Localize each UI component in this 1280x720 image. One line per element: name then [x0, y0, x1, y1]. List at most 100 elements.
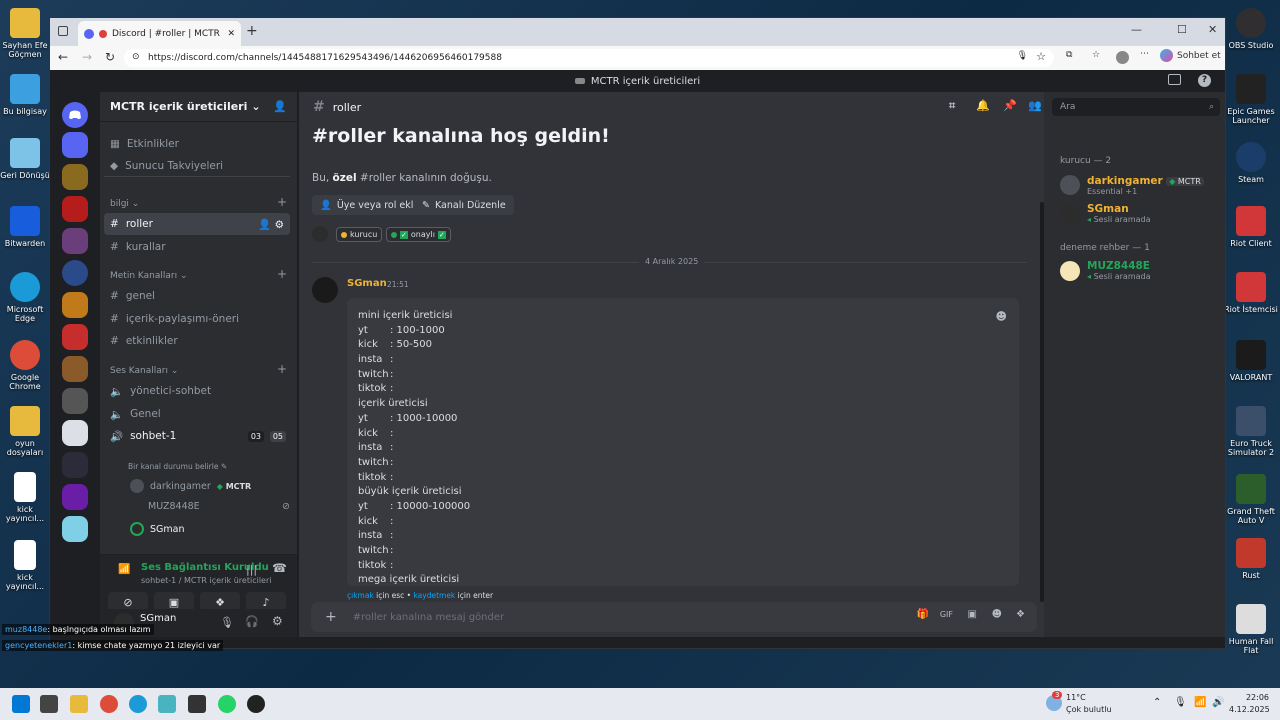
weather-desc[interactable]: Çok bulutlu — [1066, 705, 1112, 714]
favorite-icon[interactable]: ☆ — [1036, 50, 1046, 63]
channel-etkinlikler[interactable]: # etkinlikler — [104, 330, 290, 352]
address-bar[interactable]: ⊙ https://discord.com/channels/144548817… — [124, 49, 1054, 67]
add-members-button[interactable]: 👤 Üye veya rol ekle — [312, 195, 428, 215]
voice-user[interactable]: MUZ8448E ⊘ — [148, 501, 290, 512]
avatar[interactable] — [312, 277, 338, 303]
desktop-icon-bitwarden[interactable]: Bitwarden — [0, 206, 50, 248]
voice-channel-sohbet-1[interactable]: 🔊 sohbet-1 03 05 — [104, 425, 290, 447]
desktop-icon-steam[interactable]: Steam — [1222, 142, 1280, 184]
add-channel-icon[interactable]: + — [277, 362, 287, 376]
server-icon[interactable] — [62, 324, 88, 350]
connection-location[interactable]: sohbet-1 / MCTR içerik üreticileri — [141, 576, 271, 585]
desktop-icon-folder[interactable]: Sayhan Efe Göçmen — [0, 8, 50, 59]
voice-user[interactable]: darkingamer ◆ MCTR — [130, 479, 251, 493]
chrome-icon[interactable] — [100, 695, 118, 713]
member-darkingamer[interactable]: darkingamer ◆ MCTR Essential +1 — [1060, 174, 1204, 196]
desktop-icon-human-fall-flat[interactable]: Human Fall Flat — [1222, 604, 1280, 655]
obs-icon[interactable] — [247, 695, 265, 713]
wifi-icon[interactable]: 📶 — [1194, 697, 1206, 708]
edit-channel-button[interactable]: ✎ Kanalı Düzenle — [414, 195, 514, 215]
voice-user[interactable]: SGman — [130, 522, 185, 536]
desktop-icon-this-pc[interactable]: Bu bilgisay — [0, 74, 50, 116]
start-icon[interactable] — [12, 695, 30, 713]
desktop-icon-file[interactable]: kick yayıncıl... — [0, 472, 50, 523]
help-icon[interactable]: ? — [1198, 74, 1211, 87]
server-icon[interactable] — [62, 260, 88, 286]
message-author[interactable]: SGman — [347, 278, 387, 289]
pin-icon[interactable]: 📌 — [1003, 99, 1017, 112]
member-muz8448e[interactable]: MUZ8448E ◂ Sesli aramada — [1060, 260, 1151, 281]
server-icon[interactable] — [62, 420, 88, 446]
gift-icon[interactable]: 🎁 — [917, 609, 929, 620]
voice-channel-yonetici[interactable]: 🔈 yönetici-sohbet — [104, 380, 290, 402]
terminal-icon[interactable] — [188, 695, 206, 713]
sticker-icon[interactable]: ▣ — [968, 609, 977, 620]
category-bilgi[interactable]: bilgi ⌄ — [110, 199, 139, 209]
site-info-icon[interactable]: ⊙ — [132, 52, 140, 62]
back-icon[interactable]: ← — [58, 50, 68, 64]
maximize-icon[interactable]: ☐ — [1177, 23, 1187, 36]
channel-icerik-paylasimi[interactable]: # içerik-paylaşımı-öneri — [104, 308, 290, 330]
volume-icon[interactable]: 🔊 — [1212, 697, 1224, 708]
server-icon[interactable] — [62, 356, 88, 382]
disconnect-icon[interactable]: ☎ — [272, 561, 287, 575]
voice-status-link[interactable]: Bir kanal durumu belirle ✎ — [128, 462, 227, 471]
minimize-icon[interactable]: — — [1131, 23, 1142, 36]
threads-icon[interactable]: ⌗ — [949, 99, 955, 113]
desktop-icon-recycle-bin[interactable]: Geri Dönüşü — [0, 138, 50, 180]
app-icon[interactable] — [158, 695, 176, 713]
copilot-button[interactable]: Sohbet et — [1160, 49, 1221, 62]
emoji-icon[interactable]: ☻ — [992, 609, 1002, 620]
add-channel-icon[interactable]: + — [277, 267, 287, 281]
emoji-icon[interactable]: ☻ — [996, 310, 1007, 323]
category-metin[interactable]: Metin Kanalları ⌄ — [110, 271, 188, 281]
voice-channel-genel[interactable]: 🔈 Genel — [104, 403, 290, 425]
profile-icon[interactable] — [1116, 51, 1129, 64]
desktop-icon-folder[interactable]: oyun dosyaları — [0, 406, 50, 457]
channel-genel[interactable]: # genel — [104, 285, 290, 307]
server-icon[interactable] — [62, 452, 88, 478]
edge-icon[interactable] — [129, 695, 147, 713]
desktop-icon-riot[interactable]: Riot İstemcisi — [1222, 272, 1280, 314]
add-channel-icon[interactable]: + — [277, 195, 287, 209]
role-tag-kurucu[interactable]: kurucu — [336, 227, 383, 242]
desktop-icon-chrome[interactable]: Google Chrome — [0, 340, 50, 391]
clock-date[interactable]: 4.12.2025 — [1229, 705, 1270, 714]
server-icon[interactable] — [62, 164, 88, 190]
reload-icon[interactable]: ↻ — [105, 50, 115, 64]
chevron-up-icon[interactable]: ⌃ — [1153, 697, 1161, 708]
weather-temp[interactable]: 11°C — [1066, 693, 1086, 702]
clock-time[interactable]: 22:06 — [1233, 693, 1269, 702]
desktop-icon-riot[interactable]: Riot Client — [1222, 206, 1280, 248]
member-sgman[interactable]: SGman ◂ Sesli aramada — [1060, 203, 1151, 224]
new-tab-icon[interactable]: + — [246, 23, 258, 39]
server-icon[interactable] — [62, 292, 88, 318]
sidebar-item-events[interactable]: ▦ Etkinlikler — [104, 133, 290, 155]
guild-header[interactable]: MCTR içerik üreticileri ⌄ 👤 — [100, 92, 297, 122]
extensions-icon[interactable]: ⧉ — [1066, 50, 1072, 60]
microphone-icon[interactable]: 🎙 — [1174, 697, 1187, 708]
task-view-icon[interactable] — [40, 695, 58, 713]
desktop-icon-valorant[interactable]: VALORANT — [1222, 340, 1280, 382]
desktop-icon-epic[interactable]: Epic Games Launcher — [1222, 74, 1280, 125]
save-edit-link[interactable]: kaydetmek — [413, 591, 455, 600]
discord-home-icon[interactable] — [62, 102, 88, 128]
browser-tab[interactable]: Discord | #roller | MCTR içe ✕ — [78, 21, 241, 46]
message-edit-box[interactable]: mini içerik üreticisi yt: 100-1000 kick: 5… — [347, 298, 1019, 586]
category-ses[interactable]: Ses Kanalları ⌄ — [110, 366, 178, 376]
close-tab-icon[interactable]: ✕ — [227, 29, 235, 39]
favorites-icon[interactable]: ☆ — [1092, 50, 1100, 60]
server-icon-miceur[interactable] — [62, 132, 88, 158]
channel-settings-icon[interactable]: 👤 ⚙ — [258, 218, 284, 231]
desktop-icon-rust[interactable]: Rust — [1222, 538, 1280, 580]
tab-actions-icon[interactable] — [58, 26, 68, 36]
desktop-icon-ets2[interactable]: Euro Truck Simulator 2 — [1222, 406, 1280, 457]
member-list-icon[interactable]: 👥 — [1028, 99, 1042, 112]
inbox-icon[interactable] — [1168, 74, 1181, 85]
message-composer[interactable]: + #roller kanalına mesaj gönder 🎁 GIF ▣ … — [311, 602, 1037, 632]
microphone-icon[interactable]: 🎙 — [220, 616, 234, 629]
desktop-icon-file[interactable]: kick yayıncıl... — [0, 540, 50, 591]
search-input[interactable]: Ara ⌕ — [1052, 98, 1220, 116]
channel-kurallar[interactable]: # kurallar — [104, 236, 290, 258]
read-aloud-icon[interactable]: 🎙 — [1017, 51, 1028, 61]
